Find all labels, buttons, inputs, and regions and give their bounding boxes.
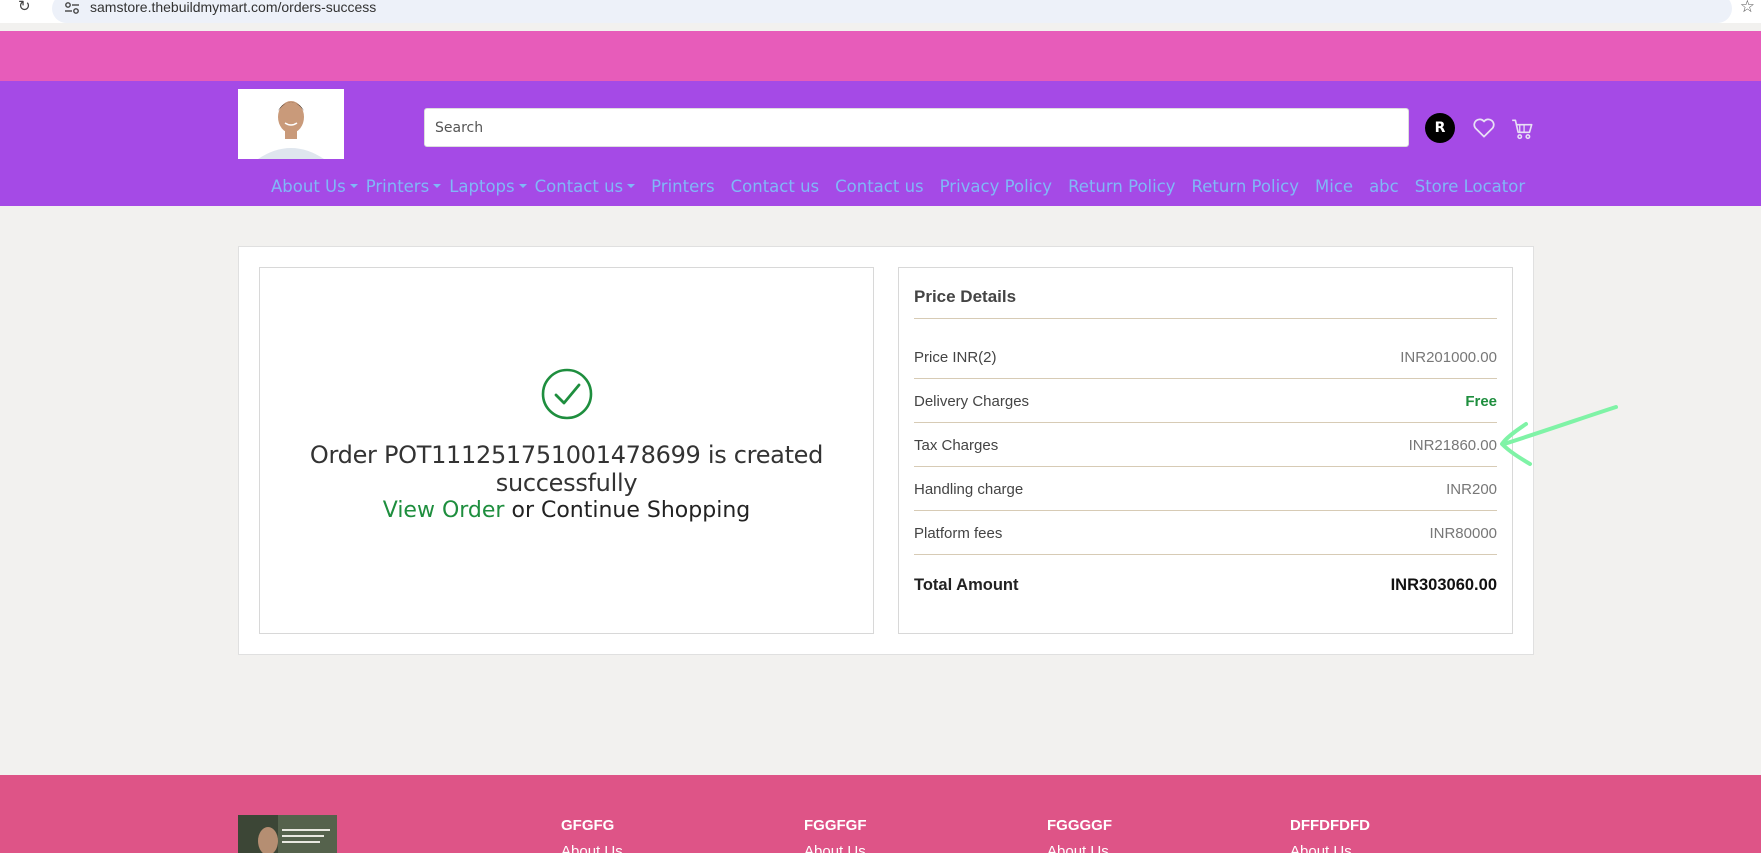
bookmark-star-icon[interactable]: ☆ — [1740, 0, 1755, 15]
price-row-label: Platform fees — [914, 525, 1003, 542]
tax-row: Tax Charges INR21860.00 — [914, 437, 1497, 459]
nav-printers[interactable]: Printers — [651, 175, 715, 197]
user-avatar[interactable]: R — [1425, 113, 1455, 143]
total-label: Total Amount — [914, 576, 1019, 594]
nav-privacy-policy[interactable]: Privacy Policy — [940, 175, 1052, 197]
price-row-value: INR201000.00 — [1400, 349, 1497, 366]
site-settings-icon[interactable] — [64, 1, 80, 15]
nav-return-policy[interactable]: Return Policy — [1192, 175, 1299, 197]
price-row-value: INR21860.00 — [1408, 437, 1497, 454]
dropdown-caret-icon — [433, 184, 442, 188]
url-text[interactable]: samstore.thebuildmymart.com/orders-succe… — [90, 0, 376, 15]
annotation-arrow-icon — [1498, 402, 1620, 470]
price-row-value: INR80000 — [1429, 525, 1497, 542]
main-nav: About Us Printers Laptops Contact us Pri… — [271, 175, 1541, 197]
total-value: INR303060.00 — [1390, 576, 1497, 594]
price-row-value: Free — [1465, 393, 1497, 410]
delivery-row: Delivery Charges Free — [914, 393, 1497, 415]
platform-fees-row: Platform fees INR80000 — [914, 525, 1497, 547]
nav-contact-us-dropdown[interactable]: Contact us — [535, 175, 636, 197]
dropdown-caret-icon — [349, 184, 358, 188]
handling-row: Handling charge INR200 — [914, 481, 1497, 503]
divider — [914, 554, 1497, 555]
divider — [914, 318, 1497, 319]
search-input[interactable] — [424, 108, 1409, 147]
nav-mice[interactable]: Mice — [1315, 175, 1353, 197]
footer-column-title: DFFDFDFD — [1290, 817, 1370, 834]
nav-abc[interactable]: abc — [1369, 175, 1399, 197]
footer-column-title: GFGFG — [561, 817, 615, 834]
footer-column-title: FGGFGF — [804, 817, 867, 834]
cart-icon[interactable] — [1510, 116, 1536, 142]
dropdown-caret-icon — [627, 184, 636, 188]
order-success-message: Order POT111251751001478699 is created s… — [309, 441, 824, 497]
reload-icon[interactable]: ↻ — [18, 0, 36, 18]
nav-printers-dropdown[interactable]: Printers — [366, 175, 442, 197]
nav-store-locator[interactable]: Store Locator — [1415, 175, 1525, 197]
nav-contact-us[interactable]: Contact us — [731, 175, 820, 197]
footer-link[interactable]: About Us — [804, 843, 866, 853]
or-text: or — [504, 498, 541, 523]
browser-url-bar: ↻ samstore.thebuildmymart.com/orders-suc… — [0, 0, 1761, 23]
wishlist-heart-icon[interactable] — [1471, 115, 1497, 141]
price-row-label: Tax Charges — [914, 437, 999, 454]
store-logo[interactable] — [238, 89, 344, 159]
divider — [914, 378, 1497, 379]
footer-link[interactable]: About Us — [561, 843, 623, 853]
divider — [914, 422, 1497, 423]
price-row-label: Delivery Charges — [914, 393, 1030, 410]
nav-laptops[interactable]: Laptops — [449, 175, 527, 197]
footer-link[interactable]: About Us — [1290, 843, 1352, 853]
nav-contact-us[interactable]: Contact us — [835, 175, 924, 197]
divider — [914, 510, 1497, 511]
nav-about-us[interactable]: About Us — [271, 175, 358, 197]
price-row: Price INR(2) INR201000.00 — [914, 349, 1497, 371]
price-row-label: Price INR(2) — [914, 349, 997, 366]
divider — [914, 466, 1497, 467]
nav-return-policy[interactable]: Return Policy — [1068, 175, 1175, 197]
promo-bar — [0, 31, 1761, 81]
order-actions: View Order or Continue Shopping — [259, 498, 874, 523]
view-order-link[interactable]: View Order — [383, 498, 505, 523]
price-details-title: Price Details — [914, 287, 1017, 306]
price-row-label: Handling charge — [914, 481, 1024, 498]
continue-shopping-link[interactable]: Continue Shopping — [541, 498, 750, 523]
check-circle-icon — [541, 368, 593, 420]
footer-logo[interactable] — [238, 815, 337, 853]
footer-column-title: FGGGGF — [1047, 817, 1112, 834]
dropdown-caret-icon — [518, 184, 527, 188]
price-row-value: INR200 — [1446, 481, 1497, 498]
footer-link[interactable]: About Us — [1047, 843, 1109, 853]
